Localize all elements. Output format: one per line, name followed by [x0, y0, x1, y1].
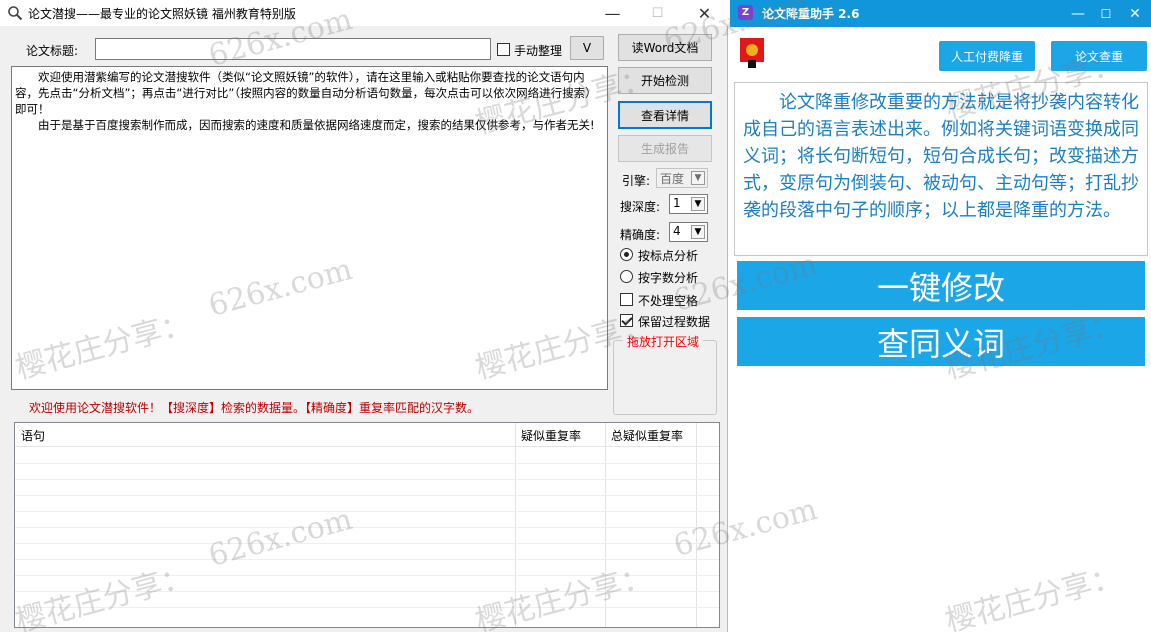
logo-icon	[740, 38, 764, 68]
column-header-total-similarity[interactable]: 总疑似重复率	[611, 427, 683, 444]
view-details-button[interactable]: 查看详情	[618, 101, 712, 129]
maximize-button[interactable]: ☐	[635, 0, 680, 26]
manual-tidy-label: 手动整理	[514, 44, 563, 58]
close-button[interactable]: ✕	[682, 0, 727, 26]
ignore-spaces-checkbox[interactable]	[620, 293, 633, 306]
table-row	[15, 527, 719, 528]
drop-open-area-label: 拖放打开区域	[623, 333, 704, 350]
read-word-button[interactable]: 读Word文档	[618, 34, 712, 61]
table-row	[15, 607, 719, 608]
minimize-button[interactable]: —	[590, 0, 635, 26]
chevron-down-icon: ▼	[691, 171, 705, 185]
magnifier-icon	[8, 6, 23, 21]
engine-select[interactable]: 百度 ▼	[656, 168, 708, 188]
table-row	[15, 591, 719, 592]
precision-label: 精确度:	[620, 228, 661, 242]
chevron-down-icon: ▼	[691, 197, 705, 211]
paper-title-input[interactable]	[95, 38, 491, 60]
v-button[interactable]: V	[570, 36, 604, 60]
results-table-header: 语句 疑似重复率 总疑似重复率	[15, 423, 719, 447]
engine-select-value: 百度	[660, 172, 685, 186]
ignore-spaces-label: 不处理空格	[638, 294, 699, 308]
table-row	[15, 511, 719, 512]
punctuation-analysis-radio[interactable]	[620, 248, 633, 261]
keep-process-data-checkbox[interactable]	[620, 314, 633, 327]
table-row	[15, 479, 719, 480]
precision-select[interactable]: 4 ▼	[669, 222, 708, 242]
wordcount-analysis-radio[interactable]	[620, 270, 633, 283]
synonym-lookup-button[interactable]: 查同义词	[737, 317, 1145, 366]
chevron-down-icon: ▼	[691, 225, 705, 239]
manual-reduce-button[interactable]: 人工付费降重	[939, 41, 1035, 71]
main-text-area[interactable]: 欢迎使用潜紫编写的论文潜搜软件（类似“论文照妖镜”的软件），请在这里输入或粘贴你…	[11, 66, 608, 390]
paper-title-label: 论文标题:	[26, 44, 79, 58]
start-check-button[interactable]: 开始检测	[618, 67, 712, 94]
drop-open-area[interactable]	[613, 340, 717, 415]
column-header-similarity[interactable]: 疑似重复率	[521, 427, 581, 444]
right-window-title: 论文降重助手 2.6	[762, 7, 860, 21]
left-window: 论文潜搜——最专业的论文照妖镜 福州教育特别版 — ☐ ✕ 论文标题: 手动整理…	[0, 0, 728, 632]
close-button[interactable]: ✕	[1121, 0, 1149, 27]
left-titlebar: 论文潜搜——最专业的论文照妖镜 福州教育特别版 — ☐ ✕	[0, 0, 728, 26]
generate-report-button[interactable]: 生成报告	[618, 135, 712, 162]
one-click-edit-button[interactable]: 一键修改	[737, 261, 1145, 310]
main-text-paragraph-2: 由于是基于百度搜索制作而成，因而搜索的速度和质量依据网络速度而定，搜索的结果仅供…	[38, 118, 595, 132]
status-text: 欢迎使用论文潜搜软件！【搜深度】检索的数据量。【精确度】重复率匹配的汉字数。	[29, 401, 480, 415]
manual-tidy-checkbox[interactable]	[497, 43, 510, 56]
wordcount-analysis-label: 按字数分析	[638, 271, 699, 285]
table-row	[15, 543, 719, 544]
right-window: Z 论文降重助手 2.6 — ☐ ✕ 人工付费降重 论文查重 论文降重修改重要的…	[730, 0, 1151, 632]
depth-label: 搜深度:	[620, 200, 661, 214]
precision-select-value: 4	[673, 224, 681, 238]
tip-text: 论文降重修改重要的方法就是将抄袭内容转化成自己的语言表述出来。例如将关键词语变换…	[734, 82, 1148, 256]
column-divider	[696, 423, 697, 627]
left-window-title: 论文潜搜——最专业的论文照妖镜 福州教育特别版	[28, 7, 296, 21]
column-divider	[515, 423, 516, 627]
table-row	[15, 575, 719, 576]
depth-select[interactable]: 1 ▼	[669, 194, 708, 214]
maximize-button[interactable]: ☐	[1092, 0, 1120, 27]
table-row	[15, 559, 719, 560]
column-divider	[605, 423, 606, 627]
punctuation-analysis-label: 按标点分析	[638, 249, 699, 263]
minimize-button[interactable]: —	[1064, 0, 1092, 27]
table-row	[15, 463, 719, 464]
depth-select-value: 1	[673, 196, 681, 210]
app-icon: Z	[738, 5, 753, 20]
engine-label: 引擎:	[622, 174, 651, 188]
keep-process-data-label: 保留过程数据	[638, 315, 711, 329]
paper-check-button[interactable]: 论文查重	[1051, 41, 1147, 71]
table-row	[15, 495, 719, 496]
main-text-paragraph-1: 欢迎使用潜紫编写的论文潜搜软件（类似“论文照妖镜”的软件），请在这里输入或粘贴你…	[15, 70, 597, 116]
right-titlebar: Z 论文降重助手 2.6 — ☐ ✕	[730, 0, 1151, 27]
column-header-sentence[interactable]: 语句	[21, 427, 45, 444]
results-table[interactable]: 语句 疑似重复率 总疑似重复率	[14, 422, 720, 628]
